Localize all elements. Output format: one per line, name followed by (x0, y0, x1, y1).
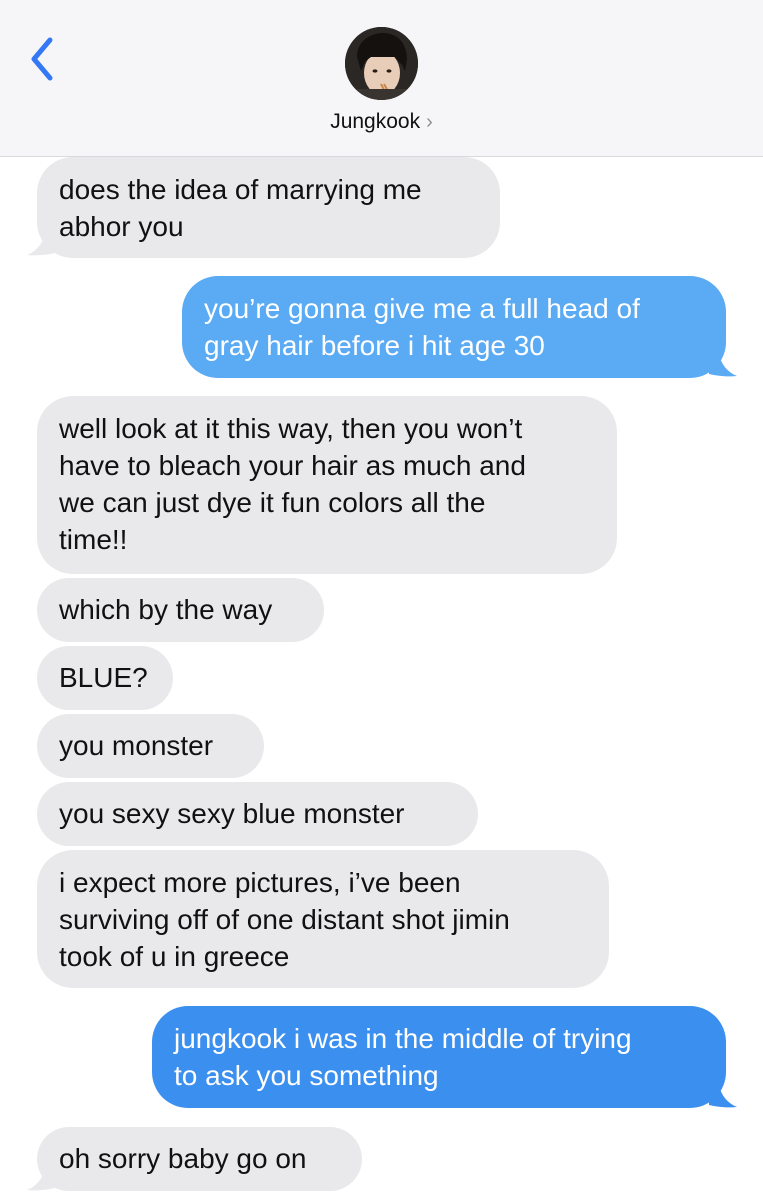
contact-name-button[interactable]: Jungkook › (0, 110, 763, 134)
message-bubble-received[interactable]: which by the way (37, 578, 324, 642)
message-bubble-received[interactable]: oh sorry baby go on (37, 1127, 362, 1191)
message-bubble-received[interactable]: you monster (37, 714, 264, 778)
back-button[interactable] (24, 34, 64, 84)
contact-name: Jungkook (330, 110, 421, 133)
avatar-photo (345, 27, 418, 100)
message-bubble-received[interactable]: i expect more pictures, i’ve been surviv… (37, 850, 609, 988)
messages-screen: Jungkook › does the idea of marrying me a… (0, 0, 763, 1200)
message-bubble-received[interactable]: well look at it this way, then you won’t… (37, 396, 617, 574)
message-bubble-received[interactable]: BLUE? (37, 646, 173, 710)
chevron-left-icon (31, 37, 53, 81)
message-bubble-received[interactable]: does the idea of marrying me abhor you (37, 157, 500, 258)
contact-avatar[interactable] (345, 27, 418, 100)
message-bubble-received[interactable]: you sexy sexy blue monster (37, 782, 478, 846)
message-bubble-sent[interactable]: you’re gonna give me a full head of gray… (182, 276, 726, 378)
conversation-header: Jungkook › (0, 0, 763, 157)
message-bubble-sent[interactable]: jungkook i was in the middle of trying t… (152, 1006, 726, 1108)
chevron-right-icon: › (426, 111, 433, 133)
